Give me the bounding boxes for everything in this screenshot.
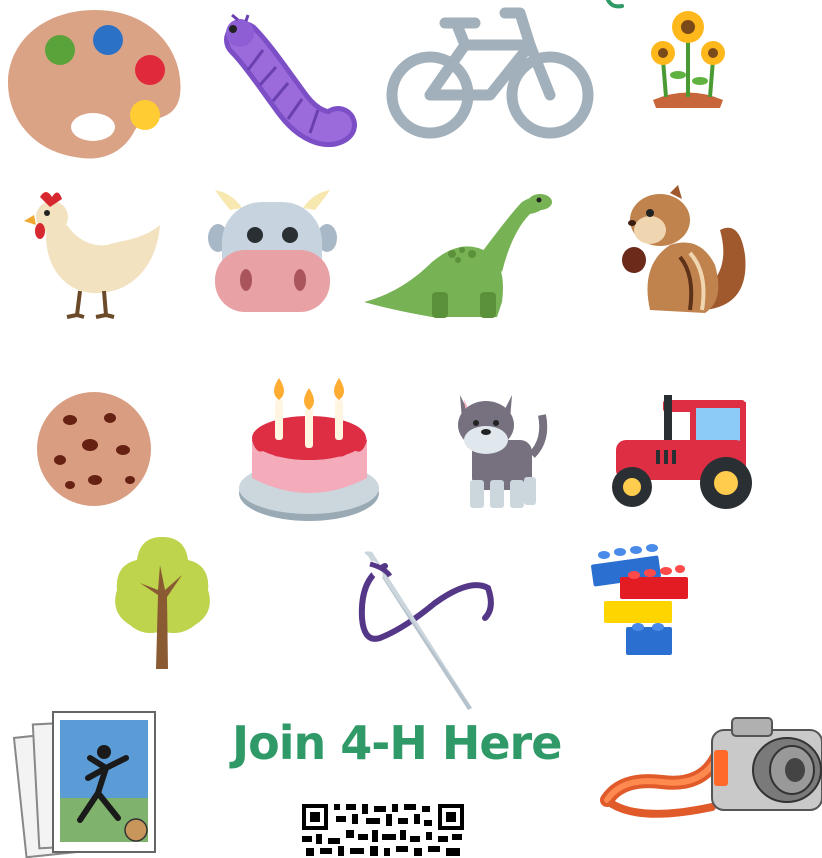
needle-and-thread-icon bbox=[350, 548, 498, 710]
partial-green-mark-icon bbox=[600, 0, 630, 12]
tractor-icon bbox=[608, 395, 756, 510]
bicycle-icon bbox=[385, 5, 595, 140]
paint-palette-icon bbox=[5, 5, 183, 163]
schnauzer-dog-icon bbox=[452, 385, 548, 510]
sunflowers-icon bbox=[648, 5, 728, 110]
baseball-cards-icon bbox=[12, 708, 158, 858]
cow-face-icon bbox=[208, 190, 337, 315]
chipmunk-icon bbox=[620, 185, 748, 317]
caterpillar-icon bbox=[218, 13, 357, 150]
camera-icon bbox=[600, 712, 822, 824]
tree-icon bbox=[110, 535, 215, 670]
building-blocks-icon bbox=[590, 544, 690, 660]
cookie-icon bbox=[35, 390, 153, 508]
join-4h-text[interactable]: Join 4-H Here bbox=[232, 708, 562, 778]
birthday-cake-icon bbox=[237, 378, 382, 523]
chicken-icon bbox=[22, 185, 164, 320]
qr-code-icon[interactable] bbox=[300, 800, 466, 858]
dinosaur-icon bbox=[362, 192, 552, 320]
